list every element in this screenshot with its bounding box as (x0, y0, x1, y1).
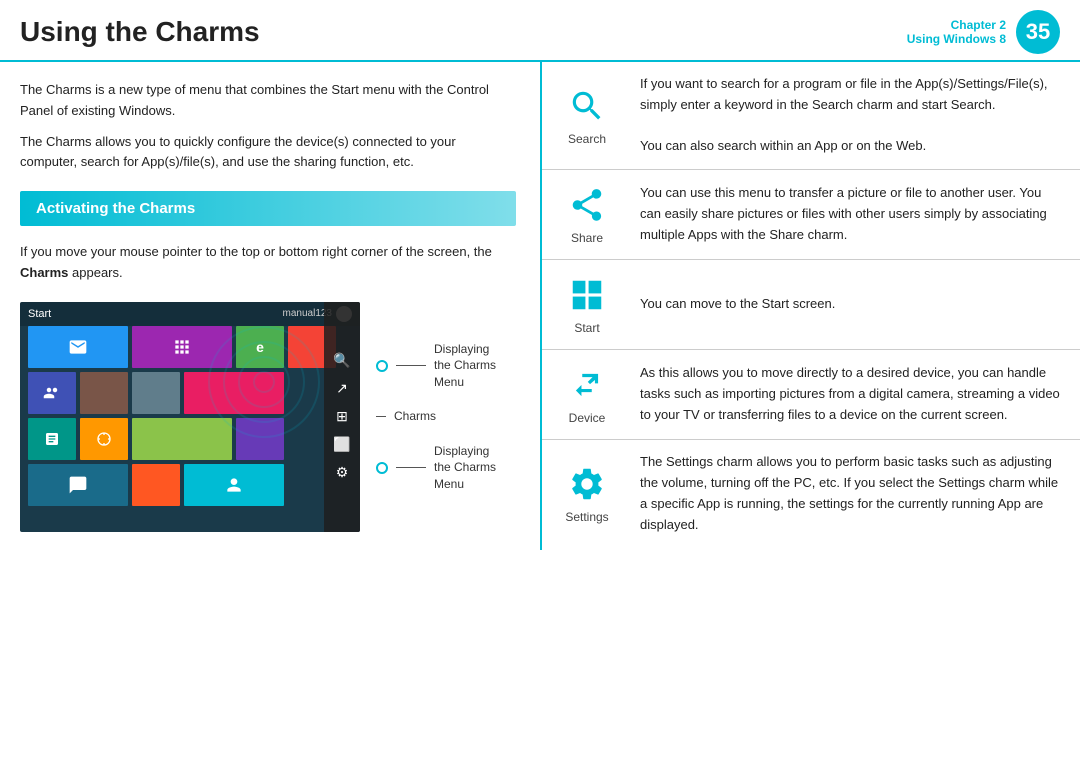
tile-people (28, 372, 76, 414)
start-label: Start (574, 321, 599, 335)
share-icon (567, 185, 607, 225)
chapter-info: Chapter 2 Using Windows 8 35 (907, 10, 1060, 54)
tile-row-4 (20, 464, 360, 510)
charm-row-settings: Settings The Settings charm allows you t… (542, 440, 1080, 547)
tile-orange (80, 418, 128, 460)
search-icon-cell: Search (542, 62, 632, 169)
intro-para2: The Charms allows you to quickly configu… (20, 132, 516, 174)
activating-section-header: Activating the Charms (20, 191, 516, 226)
chapter-label: Chapter 2 (907, 18, 1006, 32)
device-icon (567, 365, 607, 405)
search-desc: If you want to search for a program or f… (632, 62, 1080, 169)
main-content: The Charms is a new type of menu that co… (0, 62, 1080, 550)
intro-para1: The Charms is a new type of menu that co… (20, 80, 516, 122)
callout-label-bottom: Displayingthe CharmsMenu (434, 443, 496, 493)
chapter-number: 35 (1016, 10, 1060, 54)
left-column: The Charms is a new type of menu that co… (0, 62, 540, 550)
activating-bold: Charms (20, 265, 68, 280)
charm-row-start: Start You can move to the Start screen. (542, 260, 1080, 350)
tile-email (28, 326, 128, 368)
callout-line-top (396, 365, 426, 366)
start-icon-cell: Start (542, 260, 632, 349)
settings-desc: The Settings charm allows you to perform… (632, 440, 1080, 547)
tile-brown (80, 372, 128, 414)
intro-section: The Charms is a new type of menu that co… (20, 80, 516, 173)
charm-start-sm: ⊞ (331, 406, 353, 428)
callout-label-top: Displayingthe CharmsMenu (434, 341, 496, 391)
page-header: Using the Charms Chapter 2 Using Windows… (0, 0, 1080, 62)
chapter-text: Chapter 2 Using Windows 8 (907, 18, 1006, 47)
settings-icon-cell: Settings (542, 440, 632, 547)
device-desc: As this allows you to move directly to a… (632, 350, 1080, 439)
charm-device-sm: ⬜ (331, 434, 353, 456)
charms-table: Search If you want to search for a progr… (540, 62, 1080, 550)
settings-label: Settings (565, 510, 608, 524)
callouts: Displayingthe CharmsMenu Charms Displayi… (376, 302, 496, 532)
tile-cyan (184, 464, 284, 506)
callout-bottom: Displayingthe CharmsMenu (376, 443, 496, 493)
activating-post: appears. (68, 265, 122, 280)
tile-dark (28, 464, 128, 506)
screenshot-area: Start manual123 e (20, 302, 516, 532)
search-icon (567, 86, 607, 126)
callout-top: Displayingthe CharmsMenu (376, 341, 496, 391)
page-title: Using the Charms (20, 16, 260, 48)
charm-share-sm: ↗ (331, 378, 353, 400)
charm-row-device: Device As this allows you to move direct… (542, 350, 1080, 440)
callout-line-mid (376, 416, 386, 417)
callout-label-mid: Charms (394, 408, 436, 425)
win8-screenshot: Start manual123 e (20, 302, 360, 532)
tile-teal (28, 418, 76, 460)
share-desc: You can use this menu to transfer a pict… (632, 170, 1080, 259)
tile-deeporange (132, 464, 180, 506)
search-label: Search (568, 132, 606, 146)
charm-settings-sm: ⚙ (331, 462, 353, 484)
callout-dot-bottom (376, 462, 388, 474)
callout-line-bottom (396, 467, 426, 468)
device-label: Device (569, 411, 606, 425)
start-icon (567, 275, 607, 315)
bg-decoration (204, 322, 324, 442)
charm-row-share: Share You can use this menu to transfer … (542, 170, 1080, 260)
share-label: Share (571, 231, 603, 245)
share-icon-cell: Share (542, 170, 632, 259)
callout-middle: Charms (376, 408, 496, 425)
activating-pre: If you move your mouse pointer to the to… (20, 244, 492, 259)
settings-icon (567, 464, 607, 504)
callout-dot-top (376, 360, 388, 372)
chapter-sub: Using Windows 8 (907, 32, 1006, 46)
tile-gray (132, 372, 180, 414)
start-desc: You can move to the Start screen. (632, 260, 1080, 349)
charm-search-sm: 🔍 (331, 350, 353, 372)
charm-row-search: Search If you want to search for a progr… (542, 62, 1080, 170)
win8-start-label: Start (28, 308, 51, 320)
activating-text: If you move your mouse pointer to the to… (20, 242, 516, 284)
charms-sidebar-screenshot: 🔍 ↗ ⊞ ⬜ ⚙ (324, 302, 360, 532)
device-icon-cell: Device (542, 350, 632, 439)
